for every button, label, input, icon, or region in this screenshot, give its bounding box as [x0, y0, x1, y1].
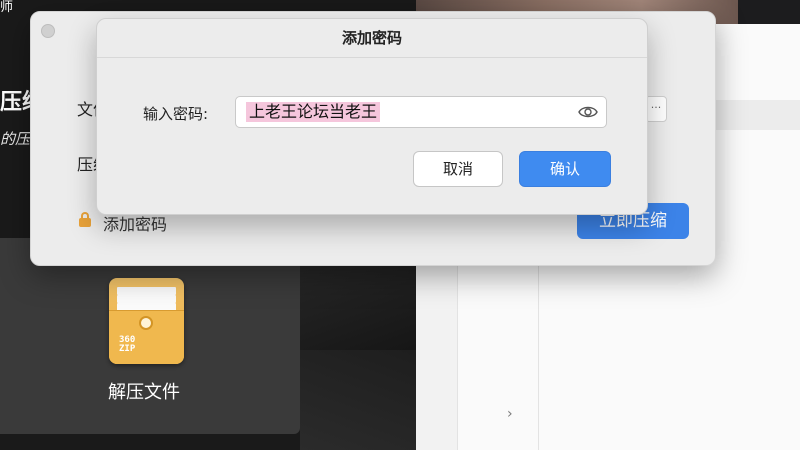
confirm-button[interactable]: 确认 — [519, 151, 611, 187]
extract-files-label[interactable]: 解压文件 — [108, 378, 180, 404]
password-label: 输入密码: — [143, 105, 209, 123]
add-password-dialog: 添加密码 输入密码: 上老王论坛当老王 取消 确认 — [96, 18, 648, 215]
background-script-text: 的压 — [0, 130, 31, 148]
password-input[interactable]: 上老王论坛当老王 — [235, 96, 607, 128]
browse-more-button[interactable]: ··· — [645, 96, 667, 122]
decorative-facet-lower — [300, 350, 416, 450]
corner-text: 师 — [0, 0, 14, 15]
zip-brand: 360 ZIP — [119, 335, 136, 354]
dialog-title: 添加密码 — [341, 29, 402, 47]
eye-icon[interactable] — [578, 104, 598, 120]
title-divider — [97, 57, 647, 58]
chevron-right-icon[interactable]: › — [507, 406, 513, 422]
cancel-button[interactable]: 取消 — [413, 151, 503, 187]
password-value: 上老王论坛当老王 — [246, 102, 381, 122]
lock-icon — [79, 212, 91, 227]
close-window-button[interactable] — [41, 24, 55, 38]
archive-icon[interactable]: 360 ZIP — [109, 278, 184, 364]
zip-knob-icon — [139, 316, 153, 330]
